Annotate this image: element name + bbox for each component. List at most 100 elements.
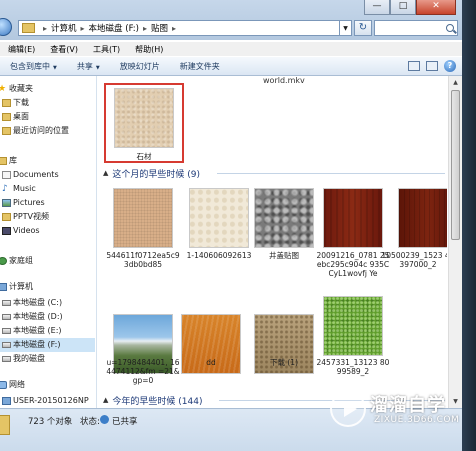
file-thumbnail[interactable]: [323, 296, 383, 356]
breadcrumb-drive-f[interactable]: 本地磁盘 (F:): [89, 22, 139, 34]
drive-icon: [2, 356, 11, 362]
menu-view[interactable]: 查看(V): [42, 44, 85, 55]
file-caption[interactable]: world.mkv: [263, 76, 305, 85]
folder-icon: [0, 415, 10, 435]
drive-icon: [2, 342, 11, 348]
window-controls: — □ ✕: [364, 0, 456, 16]
breadcrumb-separator-icon: ▸: [43, 23, 48, 33]
file-thumbnail[interactable]: [323, 188, 383, 248]
scroll-up-icon[interactable]: ▲: [450, 77, 461, 88]
new-folder-button[interactable]: 新建文件夹: [170, 61, 230, 72]
file-caption[interactable]: dd: [173, 358, 249, 367]
sidebar-item-music[interactable]: ♪ Music: [2, 182, 36, 196]
sidebar-item-label: 最近访问的位置: [13, 126, 69, 135]
drive-icon: [2, 314, 11, 320]
breadcrumb-textures[interactable]: 贴图: [151, 22, 168, 34]
breadcrumb-computer[interactable]: 计算机: [51, 22, 77, 34]
address-bar[interactable]: ▸ 计算机 ▸ 本地磁盘 (F:) ▸ 贴图 ▸: [18, 20, 340, 36]
minimize-button[interactable]: —: [364, 0, 390, 15]
share-label: 共享: [76, 61, 93, 71]
drive-icon: [2, 300, 11, 306]
sidebar-item-label: Documents: [13, 170, 59, 179]
file-thumbnail-stone[interactable]: [114, 88, 174, 148]
file-caption[interactable]: 10500239_1523 47397000_2: [380, 251, 447, 269]
group-title: 今年的早些时候 (144): [112, 396, 203, 407]
sidebar-item-drive-e[interactable]: 本地磁盘 (E:): [2, 324, 62, 338]
share-button[interactable]: 共享 ▼: [67, 61, 110, 72]
collapse-chevron-icon: ▲: [103, 396, 109, 404]
sidebar-item-my-disk[interactable]: 我的磁盘: [2, 352, 45, 366]
network-icon: [0, 381, 7, 389]
group-header-earlier-this-year[interactable]: ▲ 今年的早些时候 (144): [103, 394, 203, 407]
sidebar-item-label: 家庭组: [9, 256, 33, 265]
file-caption[interactable]: 544611f0712ea5c93db0bd85: [105, 251, 181, 269]
search-input[interactable]: [374, 20, 458, 36]
sidebar-item-pictures[interactable]: Pictures: [2, 196, 45, 210]
sidebar-item-downloads[interactable]: 下载: [2, 96, 29, 110]
file-thumbnail[interactable]: [189, 188, 249, 248]
close-button[interactable]: ✕: [416, 0, 456, 15]
sidebar-item-drive-d[interactable]: 本地磁盘 (D:): [2, 310, 63, 324]
scrollbar-thumb[interactable]: [451, 90, 460, 240]
file-caption[interactable]: 2457331_13123 8099589_2: [315, 358, 391, 376]
toolbar-right: ?: [408, 60, 456, 72]
file-caption[interactable]: u=1798484401, 164474112&fm =21&gp=0: [105, 358, 181, 385]
file-thumbnail[interactable]: [254, 188, 314, 248]
file-caption[interactable]: 井盖贴图: [246, 251, 322, 260]
breadcrumb-separator-icon: ▸: [80, 23, 85, 33]
dropdown-arrow-icon: ▼: [95, 64, 100, 71]
sidebar-item-videos[interactable]: Videos: [2, 224, 40, 238]
sidebar-item-network-pc[interactable]: USER-20150126NP: [2, 394, 89, 408]
file-thumbnail[interactable]: [113, 188, 173, 248]
slideshow-button[interactable]: 放映幻灯片: [110, 61, 170, 72]
menu-help[interactable]: 帮助(H): [127, 44, 170, 55]
refresh-button[interactable]: ↻: [354, 20, 372, 36]
sidebar-item-recent[interactable]: 最近访问的位置: [2, 124, 69, 138]
sidebar-item-label: 库: [9, 156, 17, 165]
computer-icon: [0, 283, 7, 291]
file-thumbnail[interactable]: [398, 188, 447, 248]
file-caption[interactable]: 石材: [106, 152, 182, 161]
sidebar-item-drive-c[interactable]: 本地磁盘 (C:): [2, 296, 62, 310]
sidebar-item-computer[interactable]: 计算机: [0, 280, 33, 294]
computer-icon: [2, 397, 11, 405]
maximize-button[interactable]: □: [390, 0, 416, 15]
sidebar-item-label: 计算机: [9, 282, 33, 291]
back-button[interactable]: [0, 18, 12, 36]
homegroup-icon: [0, 257, 7, 265]
address-history-dropdown[interactable]: ▼: [340, 20, 352, 36]
sidebar-item-label: 本地磁盘 (F:): [13, 340, 61, 349]
sidebar-item-drive-f[interactable]: 本地磁盘 (F:): [0, 338, 95, 352]
vertical-scrollbar[interactable]: ▲ ▼: [448, 76, 462, 408]
group-divider: [217, 173, 445, 174]
item-count: 723 个对象: [28, 417, 73, 427]
sidebar-item-label: Pictures: [13, 198, 45, 207]
collapse-chevron-icon: ▲: [103, 169, 109, 177]
title-bar: — □ ✕ ▸ 计算机 ▸ 本地磁盘 (F:) ▸ 贴图 ▸ ▼ ↻: [0, 0, 462, 40]
preview-pane-icon[interactable]: [426, 61, 438, 71]
menu-tools[interactable]: 工具(T): [85, 44, 127, 55]
help-icon[interactable]: ?: [444, 60, 456, 72]
sidebar-item-label: 收藏夹: [9, 84, 33, 93]
sidebar-item-favorites[interactable]: ★收藏夹: [0, 82, 33, 96]
sidebar-item-label: 本地磁盘 (C:): [13, 298, 63, 307]
sidebar-item-pptv[interactable]: PPTV视频: [2, 210, 49, 224]
dropdown-arrow-icon: ▼: [53, 64, 57, 71]
sidebar-item-homegroup[interactable]: 家庭组: [0, 254, 33, 268]
watermark-url: ZIXUE.3D66.COM: [374, 415, 460, 425]
file-caption[interactable]: 下载 (1): [246, 358, 322, 367]
menu-edit[interactable]: 编辑(E): [0, 44, 42, 55]
navigation-pane: ★收藏夹 下载 桌面 最近访问的位置 库 Documents ♪ Music Pi…: [0, 76, 97, 408]
menu-bar: 编辑(E) 查看(V) 工具(T) 帮助(H): [0, 42, 462, 56]
sidebar-item-libraries[interactable]: 库: [0, 154, 17, 168]
breadcrumb-separator-icon: ▸: [142, 23, 147, 33]
shared-icon: [100, 415, 109, 424]
folder-icon: [2, 99, 11, 107]
sidebar-item-label: 网络: [9, 380, 25, 389]
sidebar-item-desktop[interactable]: 桌面: [2, 110, 29, 124]
sidebar-item-documents[interactable]: Documents: [2, 168, 59, 182]
change-view-icon[interactable]: [408, 61, 420, 71]
sidebar-item-network[interactable]: 网络: [0, 378, 25, 392]
group-header-this-month[interactable]: ▲ 这个月的早些时候 (9): [103, 167, 200, 180]
include-in-library-button[interactable]: 包含到库中 ▼: [0, 61, 67, 72]
